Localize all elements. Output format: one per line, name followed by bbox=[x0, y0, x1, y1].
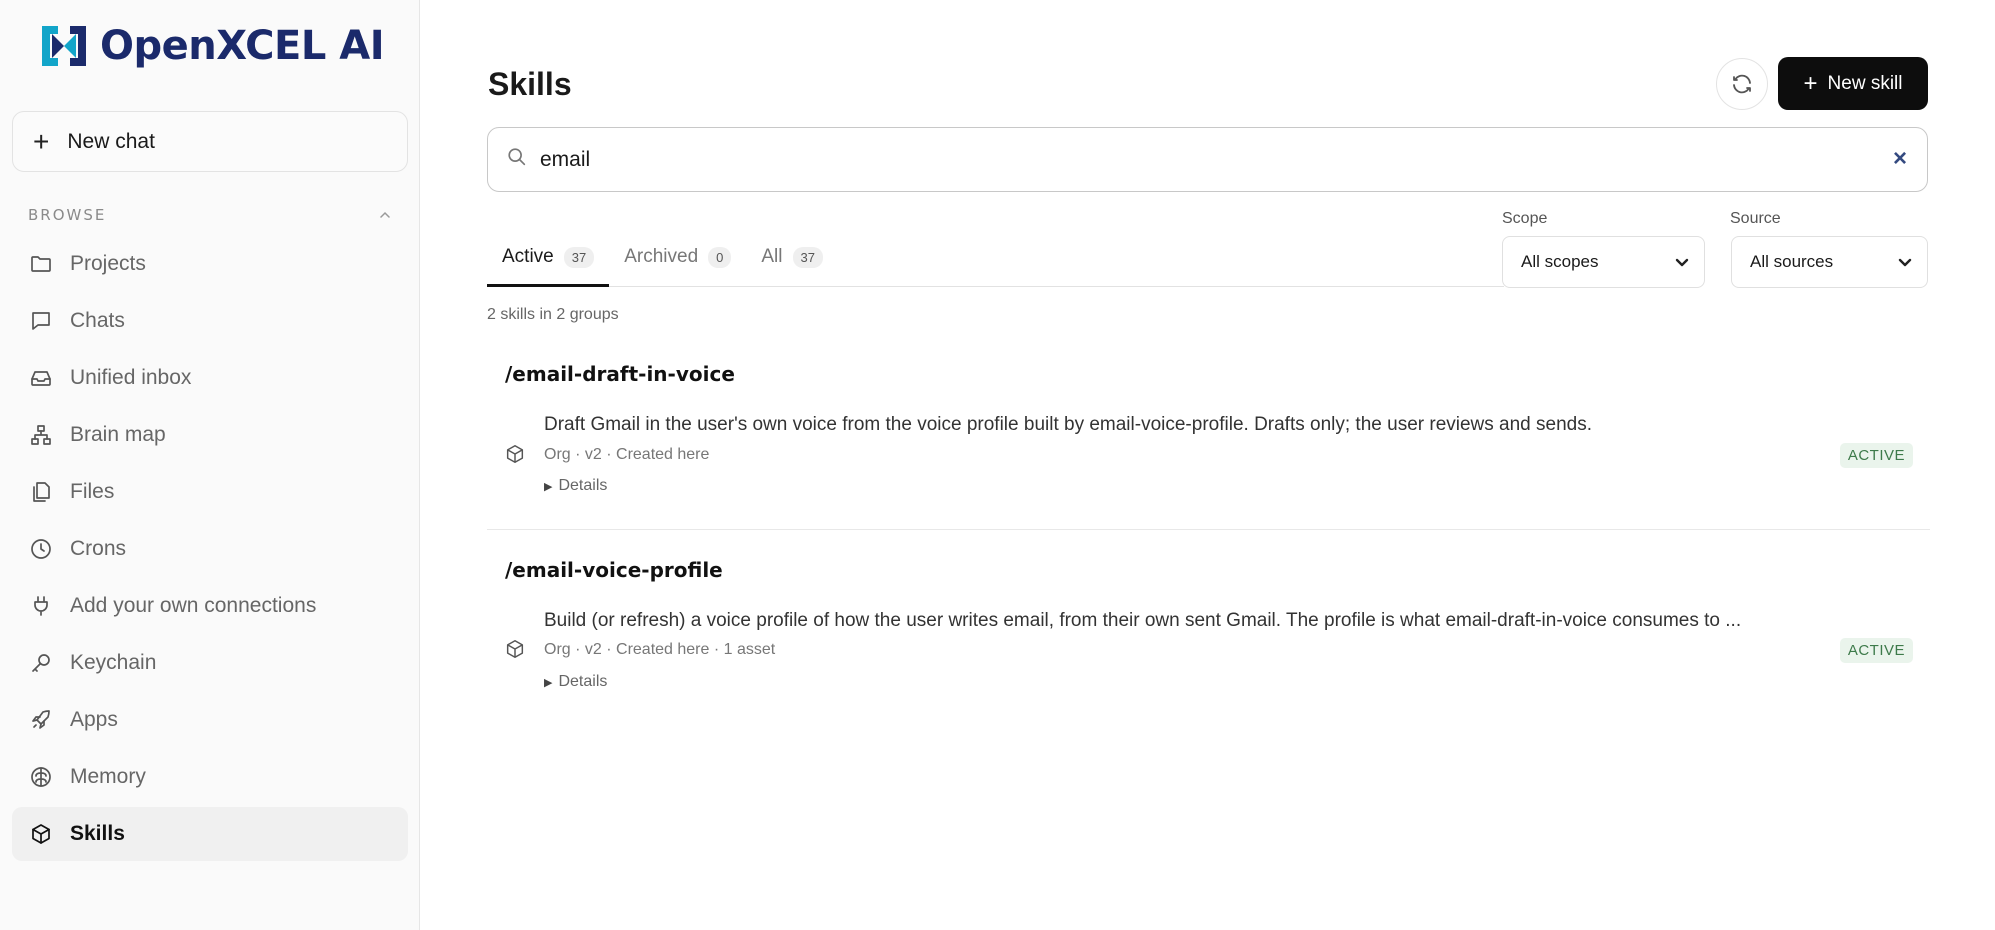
page-title: Skills bbox=[488, 66, 572, 102]
tab-count-badge: 0 bbox=[708, 247, 732, 268]
sidebar-item-projects[interactable]: Projects bbox=[12, 237, 408, 291]
tab-label: All bbox=[761, 246, 783, 267]
sidebar-item-label: Add your own connections bbox=[70, 594, 317, 617]
skill-description: Build (or refresh) a voice profile of ho… bbox=[544, 610, 1742, 631]
hierarchy-icon bbox=[28, 422, 54, 448]
plus-icon: + bbox=[1803, 69, 1818, 97]
skill-meta: Org · v2 · Created here · 1 asset bbox=[544, 641, 776, 658]
source-select-value: All sources bbox=[1750, 252, 1834, 271]
new-chat-button[interactable]: + New chat bbox=[12, 111, 408, 172]
browse-label: BROWSE bbox=[28, 206, 107, 224]
skill-description: Draft Gmail in the user's own voice from… bbox=[544, 414, 1593, 435]
new-skill-label: New skill bbox=[1827, 72, 1903, 94]
tab-active[interactable]: Active 37 bbox=[487, 240, 610, 287]
sidebar-item-label: Apps bbox=[70, 708, 118, 731]
tab-all[interactable]: All 37 bbox=[746, 240, 838, 287]
rocket-icon bbox=[28, 707, 54, 733]
search-input[interactable] bbox=[540, 147, 1840, 172]
sidebar-item-skills[interactable]: Skills bbox=[12, 807, 408, 861]
sidebar-item-crons[interactable]: Crons bbox=[12, 522, 408, 576]
sidebar-nav: Projects Chats Unified inbox Brain map F… bbox=[12, 237, 408, 864]
refresh-icon bbox=[1733, 74, 1751, 94]
search-bar: × bbox=[487, 127, 1928, 192]
brand-name: OpenXCEL AI bbox=[100, 23, 385, 69]
skill-item: /email-voice-profile Build (or refresh) … bbox=[487, 558, 1930, 698]
skill-meta: Org · v2 · Created here bbox=[544, 446, 710, 463]
source-filter-label: Source bbox=[1730, 210, 1781, 227]
logo[interactable]: OpenXCEL AI bbox=[38, 20, 385, 72]
refresh-button[interactable] bbox=[1716, 58, 1768, 110]
key-icon bbox=[28, 650, 54, 676]
plug-icon bbox=[28, 593, 54, 619]
sidebar-item-label: Files bbox=[70, 480, 115, 503]
sidebar-item-files[interactable]: Files bbox=[12, 465, 408, 519]
new-skill-button[interactable]: + New skill bbox=[1778, 57, 1928, 110]
folder-icon bbox=[28, 251, 54, 277]
details-label: Details bbox=[558, 477, 608, 494]
tab-label: Active bbox=[502, 246, 554, 267]
disclosure-triangle-icon: ▶ bbox=[544, 481, 553, 493]
skill-name[interactable]: /email-voice-profile bbox=[505, 558, 723, 582]
tab-archived[interactable]: Archived 0 bbox=[609, 240, 746, 287]
sidebar-item-chats[interactable]: Chats bbox=[12, 294, 408, 348]
status-badge: ACTIVE bbox=[1839, 638, 1913, 663]
sidebar-item-label: Memory bbox=[70, 765, 146, 788]
main-content: Skills + New skill × Active 37 Archived … bbox=[420, 0, 1995, 930]
sidebar-item-label: Brain map bbox=[70, 423, 166, 446]
sidebar-item-label: Projects bbox=[70, 252, 146, 275]
details-label: Details bbox=[558, 673, 608, 690]
skill-tabs: Active 37 Archived 0 All 37 bbox=[487, 240, 1504, 287]
results-summary: 2 skills in 2 groups bbox=[487, 306, 619, 323]
skill-details-toggle[interactable]: ▶ Details bbox=[544, 673, 607, 691]
cube-icon bbox=[28, 821, 54, 847]
tab-count-badge: 37 bbox=[792, 247, 823, 268]
skill-name[interactable]: /email-draft-in-voice bbox=[505, 362, 735, 386]
disclosure-triangle-icon: ▶ bbox=[544, 677, 553, 689]
scope-select-value: All scopes bbox=[1521, 252, 1599, 271]
browse-section-header[interactable]: BROWSE bbox=[28, 206, 392, 224]
sidebar-item-label: Skills bbox=[70, 822, 125, 845]
sidebar-item-add-connections[interactable]: Add your own connections bbox=[12, 579, 408, 633]
scope-filter-label: Scope bbox=[1502, 210, 1548, 227]
cube-icon bbox=[504, 638, 526, 660]
status-badge: ACTIVE bbox=[1839, 443, 1913, 468]
scope-select[interactable]: All scopes bbox=[1502, 236, 1705, 288]
divider bbox=[487, 529, 1930, 530]
openxcel-logo-icon bbox=[42, 26, 86, 66]
brain-icon bbox=[28, 764, 54, 790]
search-icon bbox=[506, 146, 528, 173]
chevron-down-icon bbox=[1675, 258, 1689, 267]
skill-item: /email-draft-in-voice Draft Gmail in the… bbox=[487, 362, 1930, 502]
sidebar-item-label: Crons bbox=[70, 537, 127, 560]
chevron-up-icon bbox=[380, 211, 390, 218]
clear-search-icon[interactable]: × bbox=[1893, 147, 1907, 171]
new-chat-label: New chat bbox=[67, 129, 155, 153]
files-icon bbox=[28, 479, 54, 505]
sidebar-item-keychain[interactable]: Keychain bbox=[12, 636, 408, 690]
cube-icon bbox=[504, 443, 526, 465]
chevron-down-icon bbox=[1898, 258, 1912, 267]
sidebar-item-label: Unified inbox bbox=[70, 366, 192, 389]
plus-icon: + bbox=[33, 125, 50, 157]
sidebar-item-brain-map[interactable]: Brain map bbox=[12, 408, 408, 462]
source-select[interactable]: All sources bbox=[1731, 236, 1928, 288]
chat-bubble-icon bbox=[28, 308, 54, 334]
clock-icon bbox=[28, 536, 54, 562]
sidebar-item-label: Keychain bbox=[70, 651, 157, 674]
tab-count-badge: 37 bbox=[563, 247, 595, 268]
sidebar-item-memory[interactable]: Memory bbox=[12, 750, 408, 804]
sidebar-item-label: Chats bbox=[70, 309, 125, 332]
skill-details-toggle[interactable]: ▶ Details bbox=[544, 477, 607, 495]
sidebar: OpenXCEL AI + New chat BROWSE Projects C… bbox=[0, 0, 420, 930]
tab-label: Archived bbox=[624, 246, 699, 267]
sidebar-item-unified-inbox[interactable]: Unified inbox bbox=[12, 351, 408, 405]
sidebar-item-apps[interactable]: Apps bbox=[12, 693, 408, 747]
inbox-icon bbox=[28, 365, 54, 391]
